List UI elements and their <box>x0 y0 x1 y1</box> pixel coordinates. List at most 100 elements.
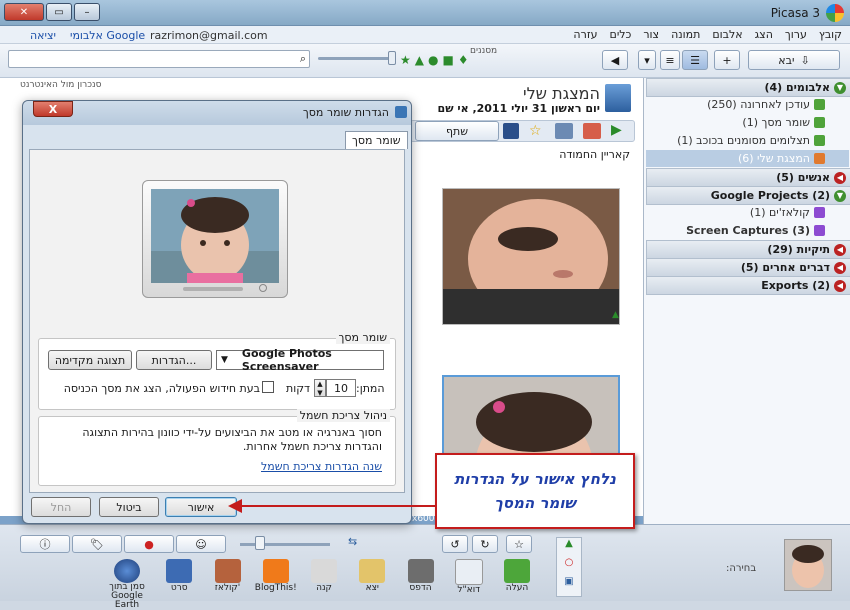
power-settings-link[interactable]: שנה הגדרות צריכת חשמל <box>180 460 382 473</box>
close-window-button[interactable]: ✕ <box>4 3 44 21</box>
minimize-window-button[interactable]: – <box>74 3 100 21</box>
share-button[interactable]: שתף <box>415 121 499 141</box>
photo-thumbnail[interactable] <box>442 188 620 325</box>
export-action[interactable]: יצא <box>349 559 395 601</box>
person-icon[interactable]: ☺ <box>176 535 226 553</box>
upload-action[interactable]: העלה <box>494 559 540 601</box>
filter-person-icon[interactable]: ● <box>428 53 438 67</box>
exit-link[interactable]: יציאה <box>30 29 56 42</box>
tree-item-collages[interactable]: קולאז'ים (1) <box>646 204 849 221</box>
save-icon[interactable] <box>503 123 519 139</box>
capture-icon <box>814 225 825 236</box>
tree-group-google-projects[interactable]: ▼ Google Projects (2) <box>646 186 850 205</box>
tree-group-albums[interactable]: ▼ אלבומים (4) <box>646 78 850 97</box>
blogthis-action[interactable]: BlogThis! <box>253 559 299 601</box>
wait-input[interactable]: 10 <box>326 379 356 397</box>
maximize-window-button[interactable]: ▭ <box>46 3 72 21</box>
movie-icon[interactable] <box>555 123 573 139</box>
rotate-left-button[interactable]: ↺ <box>442 535 468 553</box>
apply-button[interactable]: החל <box>31 497 91 517</box>
tab-screensaver[interactable]: שומר מסך <box>345 131 408 149</box>
tree-group-exports[interactable]: ◀ Exports (2) <box>646 276 850 295</box>
tree-item-my-slideshow[interactable]: המצגת שלי (6) <box>646 150 849 167</box>
tree-item-recent[interactable]: עודכן לאחרונה (250) <box>646 96 849 113</box>
view-grid-button[interactable]: ☰ <box>682 50 708 70</box>
tree-group-folders[interactable]: ◀ תיקיות (29) <box>646 240 850 259</box>
album-add-icon[interactable]: ▣ <box>557 576 581 587</box>
view-list-button[interactable]: ≡ <box>660 50 680 70</box>
collapse-arrow-icon[interactable]: ◀ <box>834 243 846 256</box>
settings-button[interactable]: הגדרות... <box>136 350 212 370</box>
filter-star-icon[interactable]: ★ <box>400 53 411 67</box>
filter-upload-icon[interactable]: ▲ <box>415 53 424 67</box>
filter-movie-icon[interactable]: ■ <box>442 53 453 67</box>
collage-action[interactable]: קולאז' <box>205 559 251 601</box>
search-input[interactable] <box>9 51 293 69</box>
collapse-arrow-icon[interactable]: ◀ <box>834 261 846 274</box>
new-album-button[interactable]: + <box>714 50 740 70</box>
tray-actions: העלה דוא"ל הדפס יצא קנה BlogThis! קולאז'… <box>100 559 540 610</box>
screensaver-legend: שומר מסך <box>335 331 390 344</box>
print-action[interactable]: הדפס <box>398 559 444 601</box>
info-icon[interactable]: ⓘ <box>20 535 70 553</box>
menu-view[interactable]: הצג <box>755 28 773 41</box>
import-button[interactable]: יבא ⇩ <box>748 50 840 70</box>
email-action[interactable]: דוא"ל <box>446 559 492 601</box>
blogger-icon <box>262 559 289 583</box>
menu-album[interactable]: אלבום <box>712 28 742 41</box>
album-description[interactable]: קאריין החמודה <box>450 148 630 161</box>
menu-tools[interactable]: כלים <box>610 28 632 41</box>
zoom-slider[interactable] <box>240 543 330 546</box>
search-box[interactable]: ⌕ <box>8 50 310 69</box>
star-toggle-button[interactable]: ☆ <box>506 535 532 553</box>
album-title[interactable]: המצגת שלי <box>420 84 600 103</box>
selected-photo-thumb[interactable] <box>784 539 832 591</box>
collapse-arrow-icon[interactable]: ◀ <box>834 171 846 184</box>
shop-action[interactable]: קנה <box>301 559 347 601</box>
pin-icon[interactable]: ● <box>124 535 174 553</box>
preview-button[interactable]: תצוגה מקדימה <box>48 350 132 370</box>
menu-edit[interactable]: ערוך <box>785 28 807 41</box>
tag-icon[interactable]: 🏷 <box>72 535 122 553</box>
google-albums-link[interactable]: אלבומי Google <box>70 29 145 42</box>
album-date[interactable]: יום ראשון 31 יולי 2011, אי שם <box>400 102 600 115</box>
expand-arrow-icon[interactable]: ▼ <box>834 189 846 202</box>
menu-picture[interactable]: תמונה <box>671 28 700 41</box>
dialog-close-button[interactable]: X <box>33 101 73 117</box>
movie-action[interactable]: סרט <box>156 559 202 601</box>
monitor-stand <box>183 287 243 291</box>
wait-label: המתן: <box>356 382 385 395</box>
size-slider-handle[interactable] <box>388 51 396 65</box>
screensaver-select[interactable]: ▼ Google Photos Screensaver <box>216 347 384 373</box>
printer-icon <box>407 559 434 583</box>
tree-item-starred[interactable]: תצלומים מסומנים בכוכב (1) <box>646 132 849 149</box>
resume-label[interactable]: בעת חידוש הפעולה, הצג את מסך הכניסה <box>62 382 260 395</box>
wait-stepper[interactable]: ▲ ▼ <box>314 379 326 397</box>
shop-icon <box>311 559 337 583</box>
tree-item-screen-captures[interactable]: Screen Captures (3) <box>646 222 849 239</box>
menu-file[interactable]: קובץ <box>819 28 842 41</box>
rotate-right-button[interactable]: ↻ <box>472 535 498 553</box>
filter-geotag-icon[interactable]: ♦ <box>458 53 469 67</box>
menu-create[interactable]: צור <box>643 28 659 41</box>
clear-icon[interactable]: ○ <box>557 557 581 568</box>
tree-group-people[interactable]: ◀ אנשים (5) <box>646 168 850 187</box>
zoom-slider-handle[interactable] <box>255 536 265 550</box>
tree-item-screensaver[interactable]: שומר מסך (1) <box>646 114 849 131</box>
star-icon[interactable]: ☆ <box>529 123 545 139</box>
zoom-icon[interactable]: ⇆ <box>348 535 368 551</box>
collage-icon[interactable] <box>583 123 601 139</box>
cancel-button[interactable]: ביטול <box>99 497 159 517</box>
album-action-bar: שתף ☆ ▶ <box>410 120 635 142</box>
menu-help[interactable]: עזרה <box>573 28 597 41</box>
dropdown-button[interactable]: ▾ <box>638 50 656 70</box>
size-slider-track[interactable] <box>318 57 396 60</box>
tree-group-other[interactable]: ◀ דברים אחרים (5) <box>646 258 850 277</box>
expand-arrow-icon[interactable]: ▼ <box>834 81 846 94</box>
slideshow-button[interactable]: ◀ <box>602 50 628 70</box>
google-earth-action[interactable]: סמן בתוך Google Earth <box>100 559 154 610</box>
collapse-arrow-icon[interactable]: ◀ <box>834 279 846 292</box>
hold-icon[interactable]: ▲ <box>557 538 581 549</box>
resume-checkbox[interactable] <box>262 381 274 393</box>
play-slideshow-icon[interactable]: ▶ <box>611 122 631 140</box>
